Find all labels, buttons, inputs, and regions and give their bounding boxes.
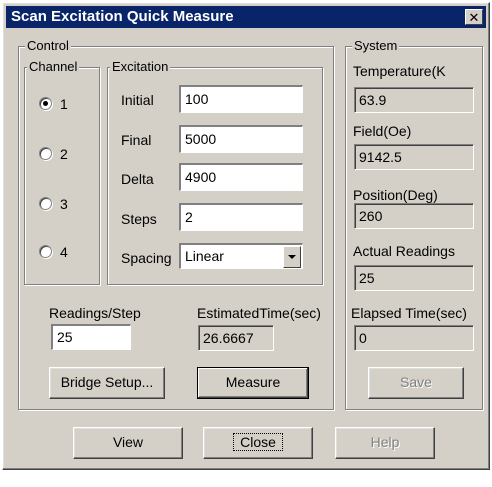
channel-label-1: 1 xyxy=(60,96,68,112)
control-group: Control Channel 1 2 3 4 Excitation Initi… xyxy=(18,38,334,410)
radio-button[interactable] xyxy=(39,147,52,160)
channel-radio-3[interactable]: 3 xyxy=(39,195,89,213)
delta-label: Delta xyxy=(121,171,154,187)
elapsed-time-label: Elapsed Time(sec) xyxy=(351,305,467,321)
channel-label-3: 3 xyxy=(60,196,68,212)
system-legend: System xyxy=(352,38,400,54)
temperature-label: Temperature(K xyxy=(353,63,446,79)
actual-readings-readout: 25 xyxy=(354,265,474,291)
actual-readings-label: Actual Readings xyxy=(353,243,455,259)
initial-label: Initial xyxy=(121,92,154,108)
channel-label-2: 2 xyxy=(60,146,68,162)
view-button[interactable]: View xyxy=(73,427,183,459)
readings-label: Readings/Step xyxy=(49,305,141,321)
help-button: Help xyxy=(335,427,435,459)
close-icon[interactable]: ✕ xyxy=(465,9,483,25)
steps-input[interactable]: 2 xyxy=(179,203,303,231)
radio-button[interactable] xyxy=(39,245,52,258)
spacing-label: Spacing xyxy=(121,250,172,266)
delta-input[interactable]: 4900 xyxy=(179,163,303,191)
excitation-group: Excitation Initial 100 Final 5000 Delta … xyxy=(107,59,323,285)
spacing-value: Linear xyxy=(185,248,224,264)
final-input[interactable]: 5000 xyxy=(179,125,303,153)
field-readout: 9142.5 xyxy=(354,144,474,170)
channel-radio-2[interactable]: 2 xyxy=(39,145,89,163)
position-readout: 260 xyxy=(354,203,474,229)
elapsed-time-readout: 0 xyxy=(354,325,474,351)
bridge-setup-button[interactable]: Bridge Setup... xyxy=(49,367,165,399)
position-label: Position(Deg) xyxy=(353,187,438,203)
spacing-dropdown[interactable]: Linear xyxy=(179,243,303,269)
excitation-legend: Excitation xyxy=(110,59,171,75)
initial-input[interactable]: 100 xyxy=(179,85,303,113)
steps-label: Steps xyxy=(121,211,157,227)
title-bar[interactable]: Scan Excitation Quick Measure ✕ xyxy=(6,6,486,28)
channel-radio-4[interactable]: 4 xyxy=(39,243,89,261)
final-label: Final xyxy=(121,132,152,148)
radio-button[interactable] xyxy=(39,97,52,110)
measure-button[interactable]: Measure xyxy=(197,367,309,399)
channel-radio-1[interactable]: 1 xyxy=(39,95,89,113)
save-button: Save xyxy=(368,367,464,399)
chevron-down-icon[interactable] xyxy=(283,246,301,268)
close-button[interactable]: Close xyxy=(203,427,313,459)
channel-group: Channel 1 2 3 4 xyxy=(24,59,100,285)
readings-input[interactable]: 25 xyxy=(51,324,131,350)
close-button-label: Close xyxy=(233,433,283,451)
channel-label-4: 4 xyxy=(60,244,68,260)
estimated-label: EstimatedTime(sec) xyxy=(197,305,321,321)
radio-button[interactable] xyxy=(39,197,52,210)
temperature-readout: 63.9 xyxy=(354,87,474,113)
system-group: System Temperature(K 63.9 Field(Oe) 9142… xyxy=(345,38,483,410)
control-legend: Control xyxy=(25,38,71,54)
field-label: Field(Oe) xyxy=(353,123,412,139)
estimated-readout: 26.6667 xyxy=(198,325,274,351)
dialog-window: Scan Excitation Quick Measure ✕ Control … xyxy=(2,2,490,470)
window-title: Scan Excitation Quick Measure xyxy=(11,8,234,25)
channel-legend: Channel xyxy=(27,59,80,75)
